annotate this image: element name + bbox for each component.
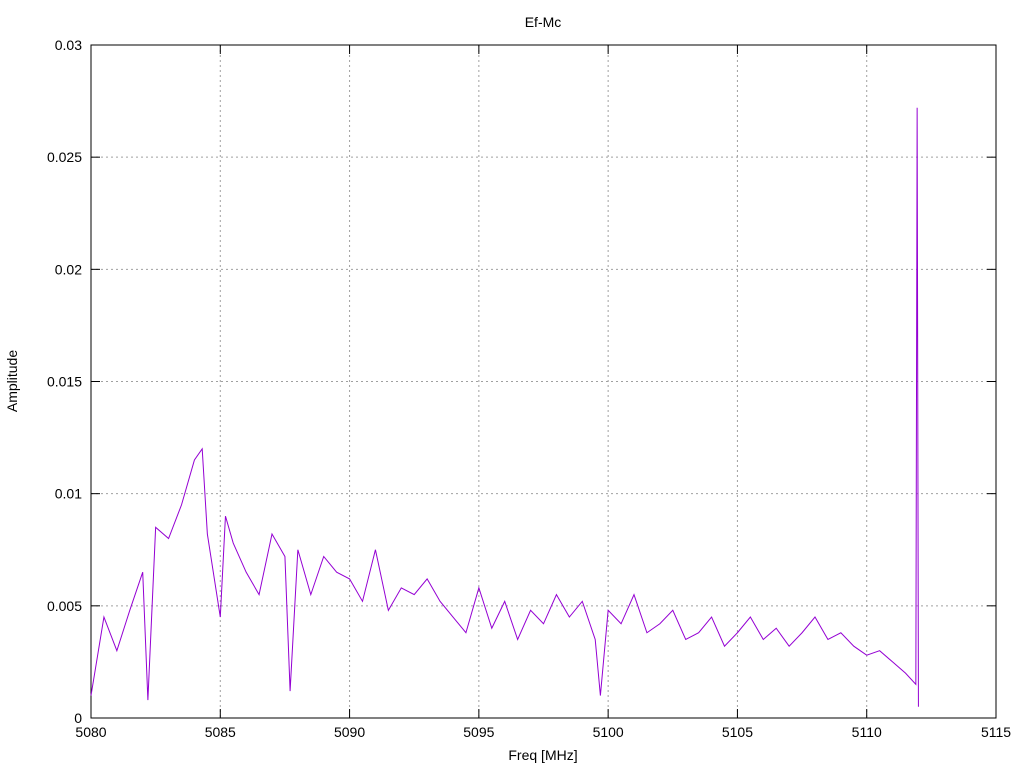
- y-tick-label: 0.01: [55, 486, 82, 502]
- y-tick-label: 0.03: [55, 37, 82, 53]
- x-tick-label: 5090: [334, 724, 365, 740]
- spectrum-chart: 5080 5085 5090 5095 5100 5105 5110 5115 00.0050…: [4, 14, 1011, 763]
- x-tick-label: 5080: [75, 724, 106, 740]
- x-tick-label: 5115: [981, 724, 1011, 740]
- chart-title: Ef-Mc: [525, 14, 562, 30]
- x-tick-labels: 5080 5085 5090 5095 5100 5105 5110 5115: [75, 724, 1011, 740]
- x-tick-label: 5110: [852, 724, 882, 740]
- x-tick-label: 5105: [722, 724, 753, 740]
- y-axis-label: Amplitude: [4, 350, 20, 412]
- grid-lines: [91, 45, 996, 718]
- x-tick-label: 5100: [593, 724, 624, 740]
- y-tick-labels: 0 0.005 0.01 0.015 0.02 0.025 0.03: [47, 37, 82, 726]
- x-axis-label: Freq [MHz]: [508, 747, 577, 763]
- y-tick-label: 0: [74, 710, 82, 726]
- y-tick-label: 0.015: [47, 374, 82, 390]
- x-tick-label: 5095: [463, 724, 494, 740]
- y-tick-label: 0.02: [55, 261, 82, 277]
- series-line: [90, 107, 919, 707]
- y-tick-label: 0.005: [47, 598, 82, 614]
- y-tick-label: 0.025: [47, 149, 82, 165]
- x-tick-label: 5085: [205, 724, 236, 740]
